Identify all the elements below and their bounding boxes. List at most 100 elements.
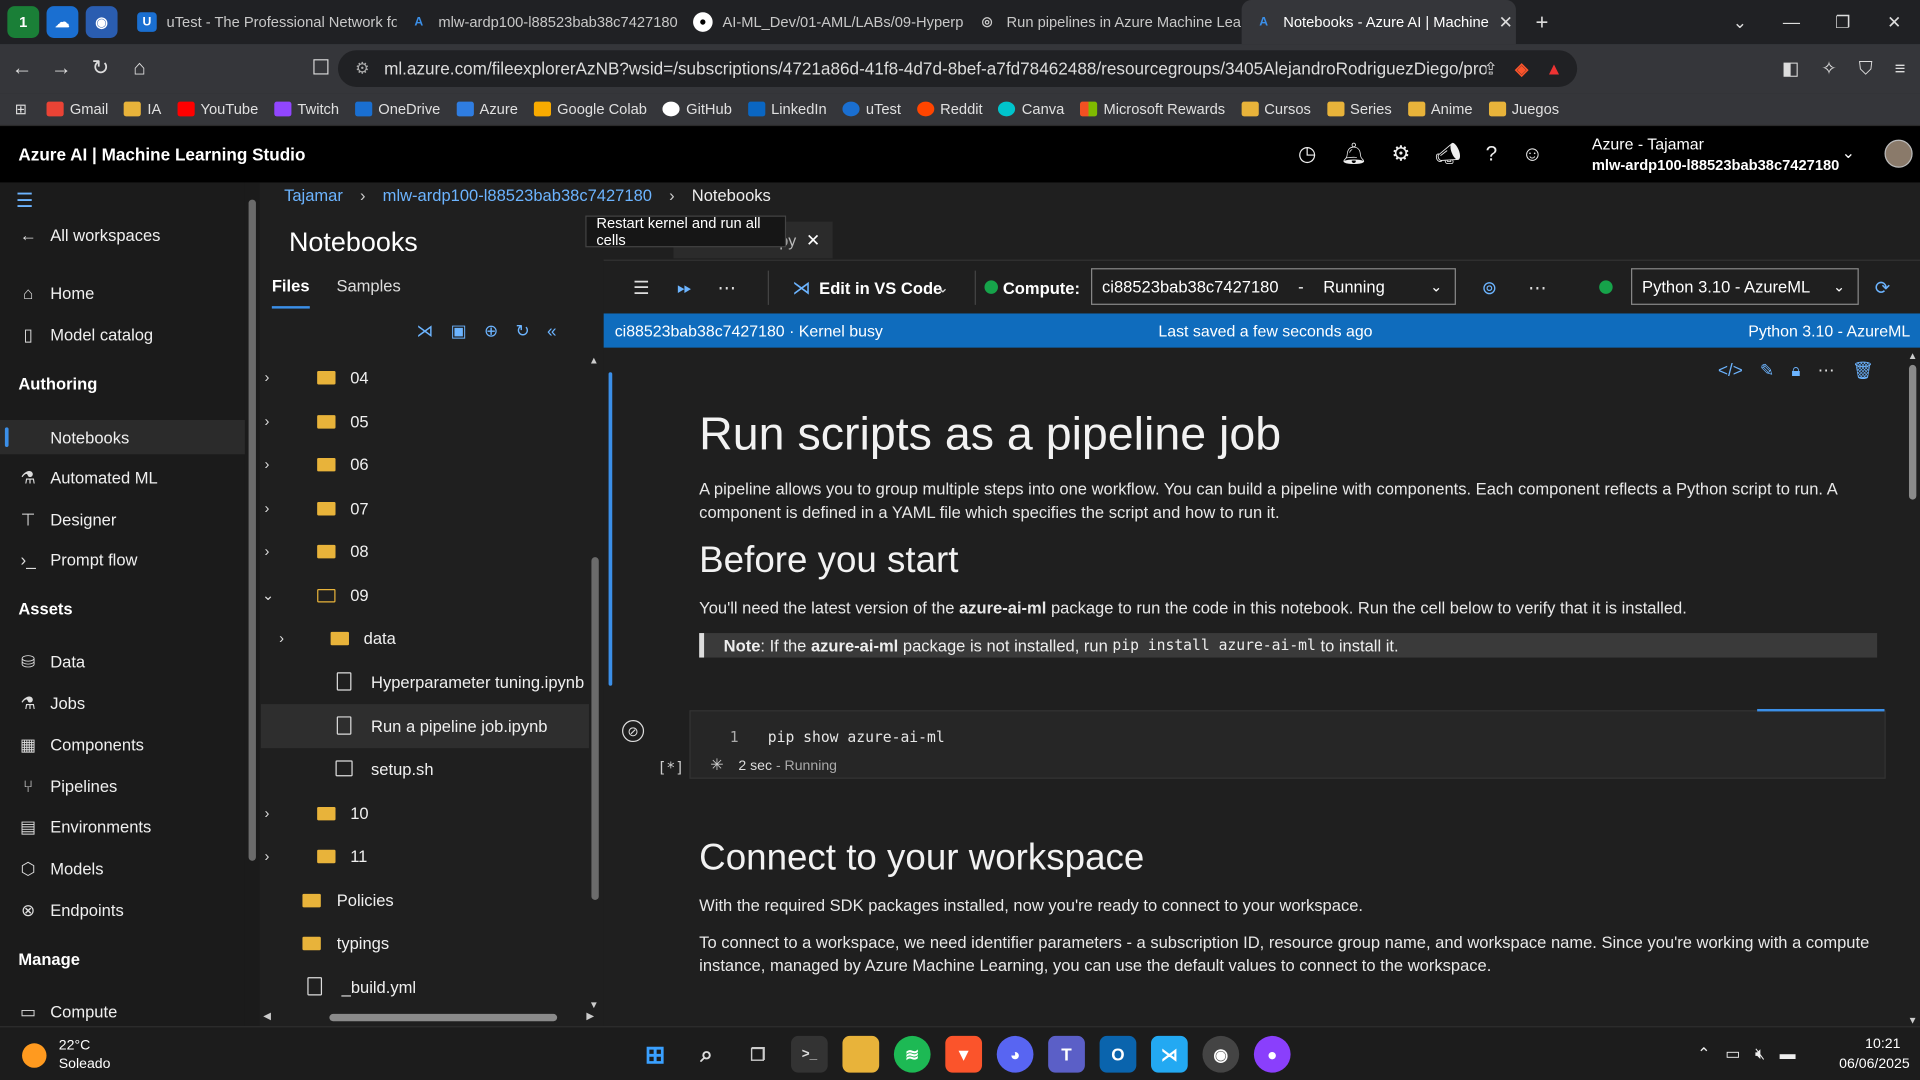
collapse-panel-icon[interactable]: « xyxy=(547,321,557,342)
chevron-down-icon[interactable]: ⌄ xyxy=(937,261,949,315)
clock[interactable]: 10:21 06/06/2025 xyxy=(1839,1035,1909,1074)
workspaces-icon[interactable]: ◉ xyxy=(85,6,118,38)
profile-icon[interactable]: 1 xyxy=(7,6,40,38)
obs-icon[interactable]: ◉ xyxy=(1202,1035,1240,1073)
nav-designer[interactable]: ⊤ Designer xyxy=(0,502,245,536)
bookmark-series[interactable]: Series xyxy=(1326,100,1392,118)
battery-icon[interactable]: ▬ xyxy=(1780,1044,1796,1064)
refresh-icon[interactable]: ↻ xyxy=(515,321,529,342)
vscode-icon[interactable]: ⋊ xyxy=(792,261,810,315)
kernel-select[interactable]: Python 3.10 - AzureML ⌄ xyxy=(1631,268,1859,305)
account-switcher[interactable]: Azure - Tajamar mlw-ardp100-l88523bab38c… xyxy=(1592,133,1840,176)
network-icon[interactable]: ▭ xyxy=(1725,1044,1740,1064)
edit-icon[interactable]: ✎ xyxy=(1760,360,1774,381)
scroll-down-icon[interactable]: ▼ xyxy=(589,999,599,1010)
bookmark-ms-rewards[interactable]: Microsoft Rewards xyxy=(1080,100,1225,118)
tree-file-run-pipeline[interactable]: Run a pipeline job.ipynb xyxy=(260,704,589,749)
nav-endpoints[interactable]: ⊗ Endpoints xyxy=(0,893,245,927)
interrupt-cell-button[interactable]: ⊘ xyxy=(622,720,645,743)
code-cell[interactable]: 1 pip show azure-ai-ml ✳ 2 sec - Running xyxy=(689,708,1886,779)
terminal-icon[interactable]: ▣ xyxy=(451,321,467,342)
home-icon[interactable]: ⌂ xyxy=(122,56,156,80)
tree-folder-05[interactable]: › 05 xyxy=(261,399,589,443)
nav-scrollbar[interactable] xyxy=(244,182,260,1028)
share-icon[interactable]: ⇪ xyxy=(1484,58,1498,79)
tree-file-hyperparameter[interactable]: Hyperparameter tuning.ipynb xyxy=(261,660,589,704)
brave-rewards-icon[interactable]: ▲ xyxy=(1545,59,1562,79)
discord-icon[interactable]: ◕ xyxy=(996,1035,1034,1073)
bookmark-linkedin[interactable]: LinkedIn xyxy=(747,100,827,118)
back-icon[interactable]: ← xyxy=(5,56,39,80)
tree-folder-07[interactable]: › 07 xyxy=(261,486,589,530)
nav-models[interactable]: ⬡ Models xyxy=(0,851,245,885)
tree-file-build[interactable]: _build.yml xyxy=(261,965,589,1009)
bookmark-cursos[interactable]: Cursos xyxy=(1241,100,1311,118)
bell-icon[interactable]: 🔔︎ xyxy=(1341,142,1367,166)
bookmark-github[interactable]: GitHub xyxy=(662,100,732,118)
weather-widget[interactable]: 22°C Soleado xyxy=(22,1037,110,1074)
file-tree-hscrollbar[interactable]: ◀ ▶ xyxy=(261,1010,601,1025)
nav-data[interactable]: ⛁ Data xyxy=(0,644,245,678)
menu-icon[interactable]: ≡ xyxy=(1895,58,1906,79)
mute-icon[interactable]: 🔇︎ xyxy=(1755,1044,1765,1064)
maximize-icon[interactable]: ❐ xyxy=(1817,12,1868,33)
more-icon[interactable]: ⋯ xyxy=(718,261,736,315)
scroll-right-icon[interactable]: ▶ xyxy=(586,1010,594,1021)
menu-icon[interactable]: ☰ xyxy=(633,261,649,315)
terminal-icon[interactable]: >_ xyxy=(791,1035,828,1073)
bookmark-ia[interactable]: IA xyxy=(124,100,161,118)
bookmark-twitch[interactable]: Twitch xyxy=(274,100,339,118)
vpn-icon[interactable]: ⛉ xyxy=(1859,58,1873,79)
scroll-down-icon[interactable]: ▼ xyxy=(1908,1015,1918,1026)
compute-select[interactable]: ci88523bab38c7427180 - Running ⌄ xyxy=(1091,268,1456,305)
chevron-up-icon[interactable]: ⌃ xyxy=(1697,1044,1710,1064)
nav-all-workspaces[interactable]: ← All workspaces xyxy=(0,218,245,252)
scroll-up-icon[interactable]: ▲ xyxy=(1908,350,1918,361)
bookmark-utest[interactable]: uTest xyxy=(842,100,901,118)
nav-pipelines[interactable]: ⑂ Pipelines xyxy=(0,769,245,803)
history-icon[interactable]: ◷ xyxy=(1298,142,1316,166)
studio-title[interactable]: Azure AI | Machine Learning Studio xyxy=(18,144,305,164)
search-icon[interactable]: ⌕ xyxy=(688,1036,725,1073)
code-view-icon[interactable]: </> xyxy=(1718,360,1743,381)
nav-components[interactable]: ▦ Components xyxy=(0,727,245,761)
tree-folder-04[interactable]: › 04 xyxy=(261,355,589,399)
file-tree-hscrollbar-thumb[interactable] xyxy=(329,1013,558,1022)
teams-icon[interactable]: T xyxy=(1048,1035,1085,1073)
restart-run-all-icon[interactable]: ⏩︎ xyxy=(677,261,692,315)
browser-tab-2[interactable]: A mlw-ardp100-l88523bab38c7427180 xyxy=(397,0,681,44)
breadcrumb-tajamar[interactable]: Tajamar xyxy=(284,186,343,204)
tree-folder-policies[interactable]: Policies xyxy=(261,878,589,922)
nav-compute[interactable]: ▭ Compute xyxy=(0,994,245,1028)
forward-icon[interactable]: → xyxy=(44,56,78,80)
close-icon[interactable]: ✕ xyxy=(806,230,820,251)
sync-icon[interactable]: ⟳ xyxy=(1875,261,1890,315)
bookmark-canva[interactable]: Canva xyxy=(998,100,1064,118)
tree-folder-09[interactable]: ⌄ 09 xyxy=(261,573,589,617)
megaphone-icon[interactable]: 📣︎ xyxy=(1435,142,1461,166)
brave-shield-icon[interactable]: ◈ xyxy=(1515,58,1528,79)
bookmark-colab[interactable]: Google Colab xyxy=(533,100,647,118)
hamburger-icon[interactable]: ☰ xyxy=(16,189,34,213)
leo-ai-icon[interactable]: ✧ xyxy=(1821,58,1836,80)
bookmark-youtube[interactable]: YouTube xyxy=(177,100,258,118)
tree-folder-06[interactable]: › 06 xyxy=(261,442,589,486)
feedback-smile-icon[interactable]: ☺ xyxy=(1522,142,1543,166)
scroll-left-icon[interactable]: ◀ xyxy=(263,1010,271,1021)
spotify-icon[interactable]: ≋ xyxy=(893,1035,931,1073)
compute-details-icon[interactable]: ⊚ xyxy=(1482,261,1497,315)
help-icon[interactable]: ? xyxy=(1486,142,1498,166)
bookmark-juegos[interactable]: Juegos xyxy=(1488,100,1559,118)
new-tab-icon[interactable]: + xyxy=(1536,9,1549,35)
more-icon[interactable]: ⋯ xyxy=(1818,360,1835,381)
scroll-up-icon[interactable]: ▲ xyxy=(589,355,599,366)
browser-tab-active[interactable]: A Notebooks - Azure AI | Machine ✕ xyxy=(1241,0,1516,45)
onedrive-tab-icon[interactable]: ☁ xyxy=(46,6,79,38)
trash-icon[interactable]: 🗑︎ xyxy=(1852,360,1874,381)
avatar[interactable] xyxy=(1884,139,1913,168)
tab-list-icon[interactable]: ⌄ xyxy=(1714,12,1765,33)
nav-automated-ml[interactable]: ⚗ Automated ML xyxy=(0,460,245,494)
file-tree-scrollbar[interactable]: ▲ ▼ xyxy=(589,355,601,1010)
breadcrumb-workspace[interactable]: mlw-ardp100-l88523bab38c7427180 xyxy=(383,186,652,204)
minimize-icon[interactable]: — xyxy=(1766,12,1817,32)
